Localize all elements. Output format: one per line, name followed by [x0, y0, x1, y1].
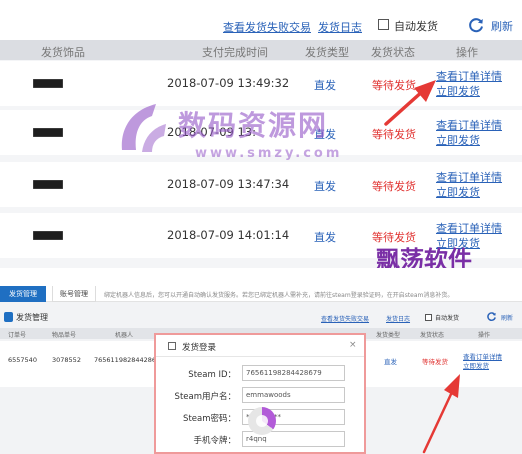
item-thumbnail	[33, 180, 63, 189]
notice-text: 绑定机器人信息后，您可以开通自动确认发货服务。若您已绑定机器人需补充，请前往st…	[104, 292, 454, 299]
view-order-detail-link[interactable]: 查看订单详情	[436, 117, 502, 133]
window-icon	[168, 342, 176, 350]
delivery-type: 直发	[314, 79, 336, 92]
dialog-title: 发货登录	[182, 343, 217, 353]
close-icon[interactable]: ×	[349, 340, 357, 350]
section-icon	[4, 312, 13, 322]
annotation-arrow-icon	[422, 374, 460, 454]
column-header: 发货类型	[376, 332, 401, 339]
failed-orders-link[interactable]: 查看发货失败交易	[223, 19, 311, 35]
column-header: 发货状态	[371, 46, 415, 59]
delivery-type: 直发	[314, 180, 336, 193]
auto-send-label: 自动发货	[435, 315, 460, 322]
watermark-logo-icon	[121, 104, 166, 152]
delivery-type: 直发	[384, 358, 397, 366]
item-thumbnail	[33, 79, 63, 88]
toolbar: 查看发货失败交易 发货日志 自动发货 刷新	[0, 0, 522, 40]
item-thumbnail	[33, 231, 63, 240]
auto-send-checkbox[interactable]	[425, 314, 432, 321]
loading-spinner-icon	[248, 407, 276, 435]
delivery-panel-top: 查看发货失败交易 发货日志 自动发货 刷新 发货饰品 支付完成时间 发货类型 发…	[0, 0, 522, 268]
delivery-panel-bottom: 发货管理 账号管理 绑定机器人信息后，您可以开通自动确认发货服务。若您已绑定机器…	[0, 286, 522, 454]
failed-orders-link[interactable]: 查看发货失败交易	[321, 314, 369, 323]
order-number: 6557540	[8, 356, 37, 364]
payment-time: 2018-07-09 14:01:14	[167, 228, 290, 242]
column-header: 物品单号	[52, 332, 77, 339]
send-now-link[interactable]: 立即发货	[463, 360, 489, 370]
column-header: 操作	[456, 46, 478, 59]
steam-id-label: Steam ID：	[188, 370, 236, 380]
table-header: 发货饰品 支付完成时间 发货类型 发货状态 操作	[0, 40, 522, 60]
send-now-link[interactable]: 立即发货	[436, 83, 480, 99]
steam-password-label: Steam密码：	[183, 414, 236, 424]
refresh-button[interactable]: 刷新	[491, 18, 513, 34]
watermark-url: www.smzy.com	[195, 146, 343, 161]
status-badge: 等待发货	[422, 358, 448, 366]
delivery-log-link[interactable]: 发货日志	[386, 314, 410, 323]
column-header: 发货饰品	[41, 46, 85, 59]
tab-bar: 发货管理 账号管理 绑定机器人信息后，您可以开通自动确认发货服务。若您已绑定机器…	[0, 286, 522, 302]
tab-delivery-management[interactable]: 发货管理	[0, 286, 46, 302]
view-order-detail-link[interactable]: 查看订单详情	[436, 220, 502, 236]
delivery-type: 直发	[314, 231, 336, 244]
auto-send-label: 自动发货	[394, 20, 438, 33]
delivery-login-dialog: 发货登录 × Steam ID： 76561198284428679 Steam…	[154, 333, 366, 454]
refresh-icon[interactable]	[467, 16, 485, 34]
dialog-header: 发货登录 ×	[156, 335, 364, 357]
column-header: 订单号	[8, 332, 27, 339]
section-title: 发货管理	[16, 313, 48, 322]
delivery-log-link[interactable]: 发货日志	[318, 19, 362, 35]
item-thumbnail	[33, 128, 63, 137]
column-header: 操作	[478, 332, 491, 339]
watermark-text: 数码资源网	[178, 109, 329, 142]
table-row: 2018-07-09 13:49:32 直发 等待发货 查看订单详情 立即发货	[0, 61, 522, 106]
send-now-link[interactable]: 立即发货	[436, 184, 480, 200]
payment-time: 2018-07-09 13:49:32	[167, 76, 290, 90]
phone-token-label: 手机令牌：	[193, 436, 236, 446]
payment-time: 2018-07-09 13:47:34	[167, 177, 290, 191]
column-header: 发货类型	[305, 46, 349, 59]
tab-account-management[interactable]: 账号管理	[52, 286, 96, 302]
item-number: 3078552	[52, 356, 81, 364]
steam-username-field[interactable]: emmawoods	[242, 387, 345, 403]
column-header: 发货状态	[420, 332, 445, 339]
view-order-detail-link[interactable]: 查看订单详情	[436, 68, 502, 84]
section-header: 发货管理 查看发货失败交易 发货日志 自动发货 刷新	[0, 309, 522, 327]
steam-username-label: Steam用户名：	[174, 392, 236, 402]
send-now-link[interactable]: 立即发货	[436, 132, 480, 148]
view-order-detail-link[interactable]: 查看订单详情	[436, 169, 502, 185]
refresh-icon[interactable]	[486, 311, 497, 322]
table-row: 2018-07-09 13:47:34 直发 等待发货 查看订单详情 立即发货	[0, 162, 522, 207]
status-badge: 等待发货	[372, 128, 416, 141]
auto-send-checkbox[interactable]	[378, 19, 389, 30]
watermark-brand: 飘荡软件	[376, 246, 472, 268]
steam-id-field[interactable]: 76561198284428679	[242, 365, 345, 381]
column-header: 机器人	[115, 332, 134, 339]
column-header: 支付完成时间	[202, 46, 268, 59]
status-badge: 等待发货	[372, 180, 416, 193]
refresh-button[interactable]: 刷新	[501, 313, 513, 322]
annotation-arrow-icon	[384, 80, 436, 126]
